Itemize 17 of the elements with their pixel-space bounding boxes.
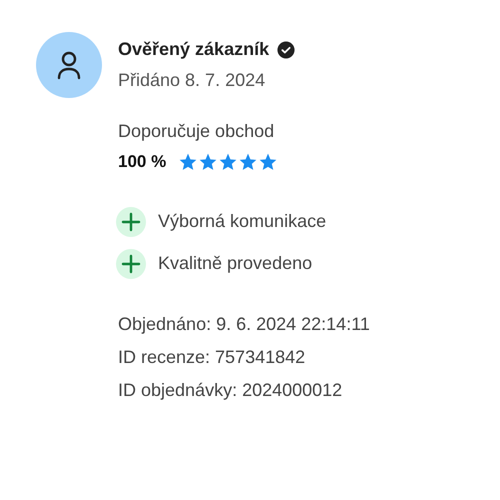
detail-text: ID recenze: 757341842 [118,346,306,368]
recommendation-percent: 100 % [118,151,166,173]
plus-icon [116,248,146,278]
pro-text: Výborná komunikace [158,210,326,233]
star-icon [258,152,278,172]
detail-text: ID objednávky: 2024000012 [118,378,344,402]
star-icon [238,152,258,172]
reviewer-name: Ověřený zákazník [118,38,270,61]
star-icon [178,152,198,172]
person-icon [56,50,82,80]
pro-text: Kvalitně provedeno [158,252,312,275]
added-date: Přidáno 8. 7. 2024 [118,69,266,92]
star-icon [218,152,238,172]
star-icon [198,152,218,172]
plus-icon [116,206,146,236]
recommendation-label: Doporučuje obchod [118,120,276,143]
detail-text: Objednáno: 9. 6. 2024 22:14:11 [118,312,370,336]
